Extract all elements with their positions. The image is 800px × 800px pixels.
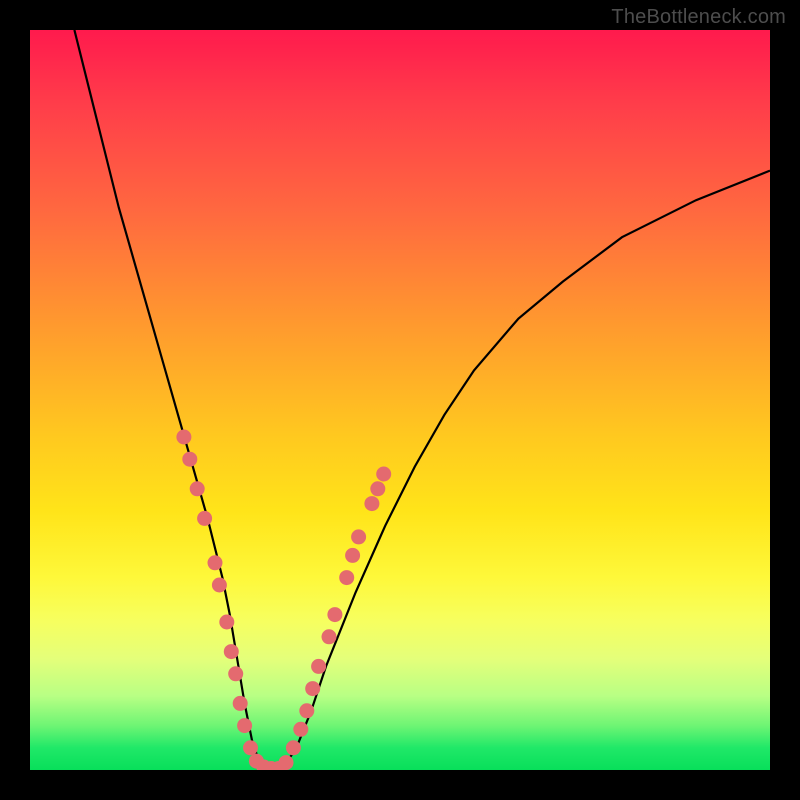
marker-dot xyxy=(182,452,197,467)
marker-dot xyxy=(219,615,234,630)
marker-dot xyxy=(279,755,294,770)
marker-dot xyxy=(351,529,366,544)
marker-dot xyxy=(190,481,205,496)
plot-area xyxy=(30,30,770,770)
marker-dot xyxy=(370,481,385,496)
marker-dot xyxy=(311,659,326,674)
marker-dot xyxy=(228,666,243,681)
marker-dot xyxy=(322,629,337,644)
marker-dot xyxy=(345,548,360,563)
marker-dot xyxy=(212,578,227,593)
chart-frame: TheBottleneck.com xyxy=(0,0,800,800)
marker-dot xyxy=(339,570,354,585)
dotted-highlight xyxy=(176,430,391,771)
chart-svg xyxy=(30,30,770,770)
marker-dot xyxy=(364,496,379,511)
marker-dot xyxy=(305,681,320,696)
marker-dot xyxy=(237,718,252,733)
marker-dot xyxy=(243,740,258,755)
marker-dot xyxy=(376,467,391,482)
marker-dot xyxy=(208,555,223,570)
marker-dot xyxy=(286,740,301,755)
marker-dot xyxy=(293,722,308,737)
marker-dot xyxy=(224,644,239,659)
marker-dot xyxy=(233,696,248,711)
marker-dot xyxy=(327,607,342,622)
marker-dot xyxy=(299,703,314,718)
marker-dot xyxy=(176,430,191,445)
bottleneck-curve xyxy=(74,30,770,770)
watermark-text: TheBottleneck.com xyxy=(611,6,786,29)
marker-dot xyxy=(197,511,212,526)
